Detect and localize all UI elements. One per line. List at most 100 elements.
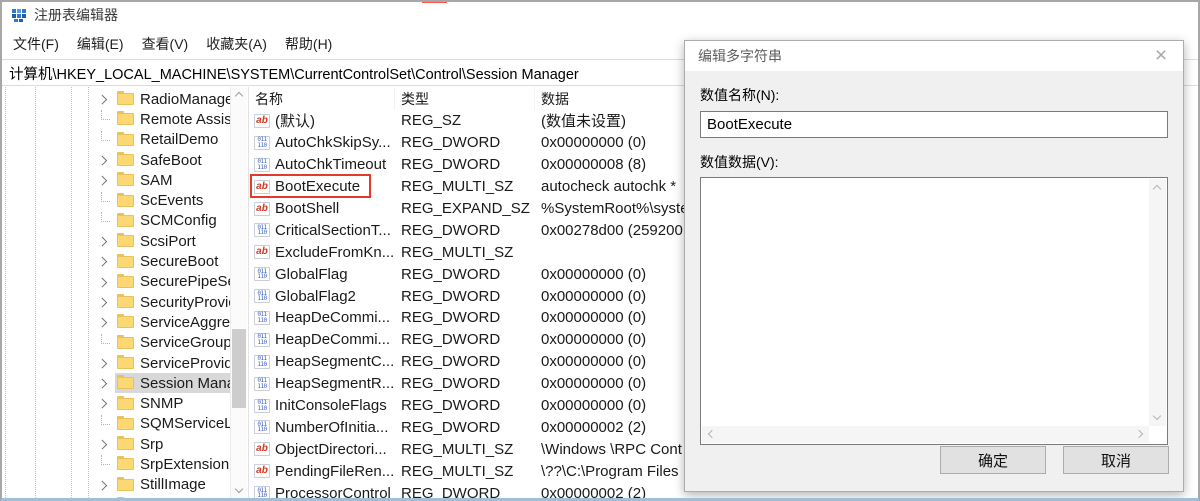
dword-icon: 011110	[254, 136, 270, 150]
textarea-hscrollbar[interactable]	[702, 426, 1149, 443]
folder-icon	[117, 235, 134, 247]
chevron-right-icon[interactable]	[99, 441, 115, 448]
tree-item-serviceprovide[interactable]: ServiceProvide	[2, 353, 230, 373]
menu-item-e[interactable]: 编辑(E)	[68, 34, 133, 54]
tree-item-sto[interactable]: Sto	[2, 495, 230, 498]
value-type: REG_DWORD	[395, 331, 535, 348]
menu-item-a[interactable]: 收藏夹(A)	[197, 34, 276, 54]
value-name: HeapSegmentR...	[275, 375, 394, 392]
tree-pane: RadioManage Remote Assist RetailDemo SafeBo…	[2, 87, 247, 498]
dword-icon: 011110	[254, 267, 270, 281]
dword-icon: 011110	[254, 377, 270, 391]
chevron-right-icon[interactable]	[99, 238, 115, 245]
value-type: REG_EXPAND_SZ	[395, 200, 535, 217]
chevron-right-icon[interactable]	[99, 360, 115, 367]
cell-name: 011110InitConsoleFlags	[249, 397, 395, 414]
cell-name: 011110HeapDeCommi...	[249, 331, 395, 348]
tree-item-safeboot[interactable]: SafeBoot	[2, 150, 230, 170]
tree-item-sam[interactable]: SAM	[2, 170, 230, 190]
tree-branch-connector	[99, 216, 115, 226]
dword-icon: 011110	[254, 289, 270, 303]
tree-scrollbar[interactable]	[230, 87, 247, 498]
value-type: REG_MULTI_SZ	[395, 441, 535, 458]
folder-icon	[117, 154, 134, 166]
scroll-left-icon[interactable]	[708, 430, 716, 438]
tree-item-session-mana[interactable]: Session Mana	[2, 373, 230, 393]
tree-item-secureboot[interactable]: SecureBoot	[2, 251, 230, 271]
scroll-down-icon[interactable]	[1153, 412, 1161, 420]
chevron-right-icon[interactable]	[99, 299, 115, 306]
chevron-right-icon[interactable]	[99, 258, 115, 265]
scroll-up-icon[interactable]	[1153, 185, 1161, 193]
chevron-right-icon[interactable]	[99, 400, 115, 407]
tree-item-securepipeser[interactable]: SecurePipeSer	[2, 272, 230, 292]
value-name: GlobalFlag2	[275, 288, 356, 305]
value-data-textarea[interactable]	[702, 179, 1148, 425]
value-data-label: 数值数据(V):	[700, 152, 1168, 172]
cell-name: 011110ProcessorControl	[249, 485, 395, 498]
tree-branch-connector	[99, 419, 115, 429]
close-icon[interactable]: ×	[1145, 42, 1177, 69]
textarea-vscrollbar[interactable]	[1149, 179, 1166, 426]
chevron-right-icon[interactable]	[99, 96, 115, 103]
value-name-label: 数值名称(N):	[700, 85, 1168, 105]
cell-name: 011110 GlobalFlag	[249, 266, 395, 283]
menu-item-v[interactable]: 查看(V)	[133, 34, 198, 54]
string-icon: ab	[254, 202, 270, 216]
menu-item-h[interactable]: 帮助(H)	[276, 34, 341, 54]
folder-icon	[117, 377, 134, 389]
cancel-button[interactable]: 取消	[1063, 446, 1169, 474]
ok-button[interactable]: 确定	[940, 446, 1046, 474]
tree-item-label: RetailDemo	[134, 131, 218, 148]
chevron-right-icon[interactable]	[99, 482, 115, 489]
scroll-up-icon[interactable]	[235, 92, 243, 100]
string-icon: ab	[254, 114, 270, 128]
scroll-down-icon[interactable]	[235, 485, 243, 493]
chevron-right-icon[interactable]	[99, 157, 115, 164]
folder-icon	[117, 316, 134, 328]
tree-item-srp[interactable]: Srp	[2, 434, 230, 454]
tree-item-radiomanage[interactable]: RadioManage	[2, 89, 230, 109]
value-name-input[interactable]	[700, 111, 1168, 138]
tree-branch-connector	[99, 196, 115, 206]
value-name: CriticalSectionT...	[275, 222, 391, 239]
tree-item-scmconfig[interactable]: SCMConfig	[2, 211, 230, 231]
column-header-name[interactable]: 名称	[249, 87, 395, 110]
tree-items: RadioManage Remote Assist RetailDemo SafeBo…	[2, 89, 230, 498]
value-name: NumberOfInitia...	[275, 419, 388, 436]
tree-item-sqmserviceli[interactable]: SQMServiceLi	[2, 414, 230, 434]
tree-item-label: ScEvents	[134, 192, 203, 209]
highlight-box	[250, 174, 371, 198]
scroll-right-icon[interactable]	[1135, 430, 1143, 438]
titlebar: 注册表编辑器	[2, 2, 1198, 28]
value-name: GlobalFlag	[275, 266, 348, 283]
value-type: REG_DWORD	[395, 222, 535, 239]
cell-name: abExcludeFromKn...	[249, 244, 395, 261]
chevron-right-icon[interactable]	[99, 177, 115, 184]
cell-name: ab(默认)	[249, 110, 395, 131]
tree-item-scsiport[interactable]: ScsiPort	[2, 231, 230, 251]
tree-item-label: StillImage	[134, 476, 206, 493]
tree-item-securityprovid[interactable]: SecurityProvid	[2, 292, 230, 312]
cell-name: 011110AutoChkSkipSy...	[249, 134, 395, 151]
tree-item-retaildemo[interactable]: RetailDemo	[2, 130, 230, 150]
value-type: REG_MULTI_SZ	[395, 463, 535, 480]
tree-item-servicegroupo[interactable]: ServiceGroupO	[2, 333, 230, 353]
tree-item-label: SecureBoot	[134, 253, 218, 270]
chevron-right-icon[interactable]	[99, 279, 115, 286]
window-title: 注册表编辑器	[34, 5, 118, 25]
tree-item-scevents[interactable]: ScEvents	[2, 190, 230, 210]
dword-icon: 011110	[254, 355, 270, 369]
tree-item-label: Remote Assist	[134, 111, 230, 128]
tree-item-remote-assist[interactable]: Remote Assist	[2, 109, 230, 129]
menu-item-f[interactable]: 文件(F)	[4, 34, 68, 54]
tree-item-stillimage[interactable]: StillImage	[2, 475, 230, 495]
scroll-thumb[interactable]	[232, 329, 246, 407]
column-header-type[interactable]: 类型	[395, 87, 535, 110]
chevron-right-icon[interactable]	[99, 319, 115, 326]
tree-item-serviceaggreg[interactable]: ServiceAggreg	[2, 312, 230, 332]
tree-item-srpextensionc[interactable]: SrpExtensionC	[2, 454, 230, 474]
tree-item-snmp[interactable]: SNMP	[2, 393, 230, 413]
folder-icon	[117, 215, 134, 227]
chevron-right-icon[interactable]	[99, 380, 115, 387]
